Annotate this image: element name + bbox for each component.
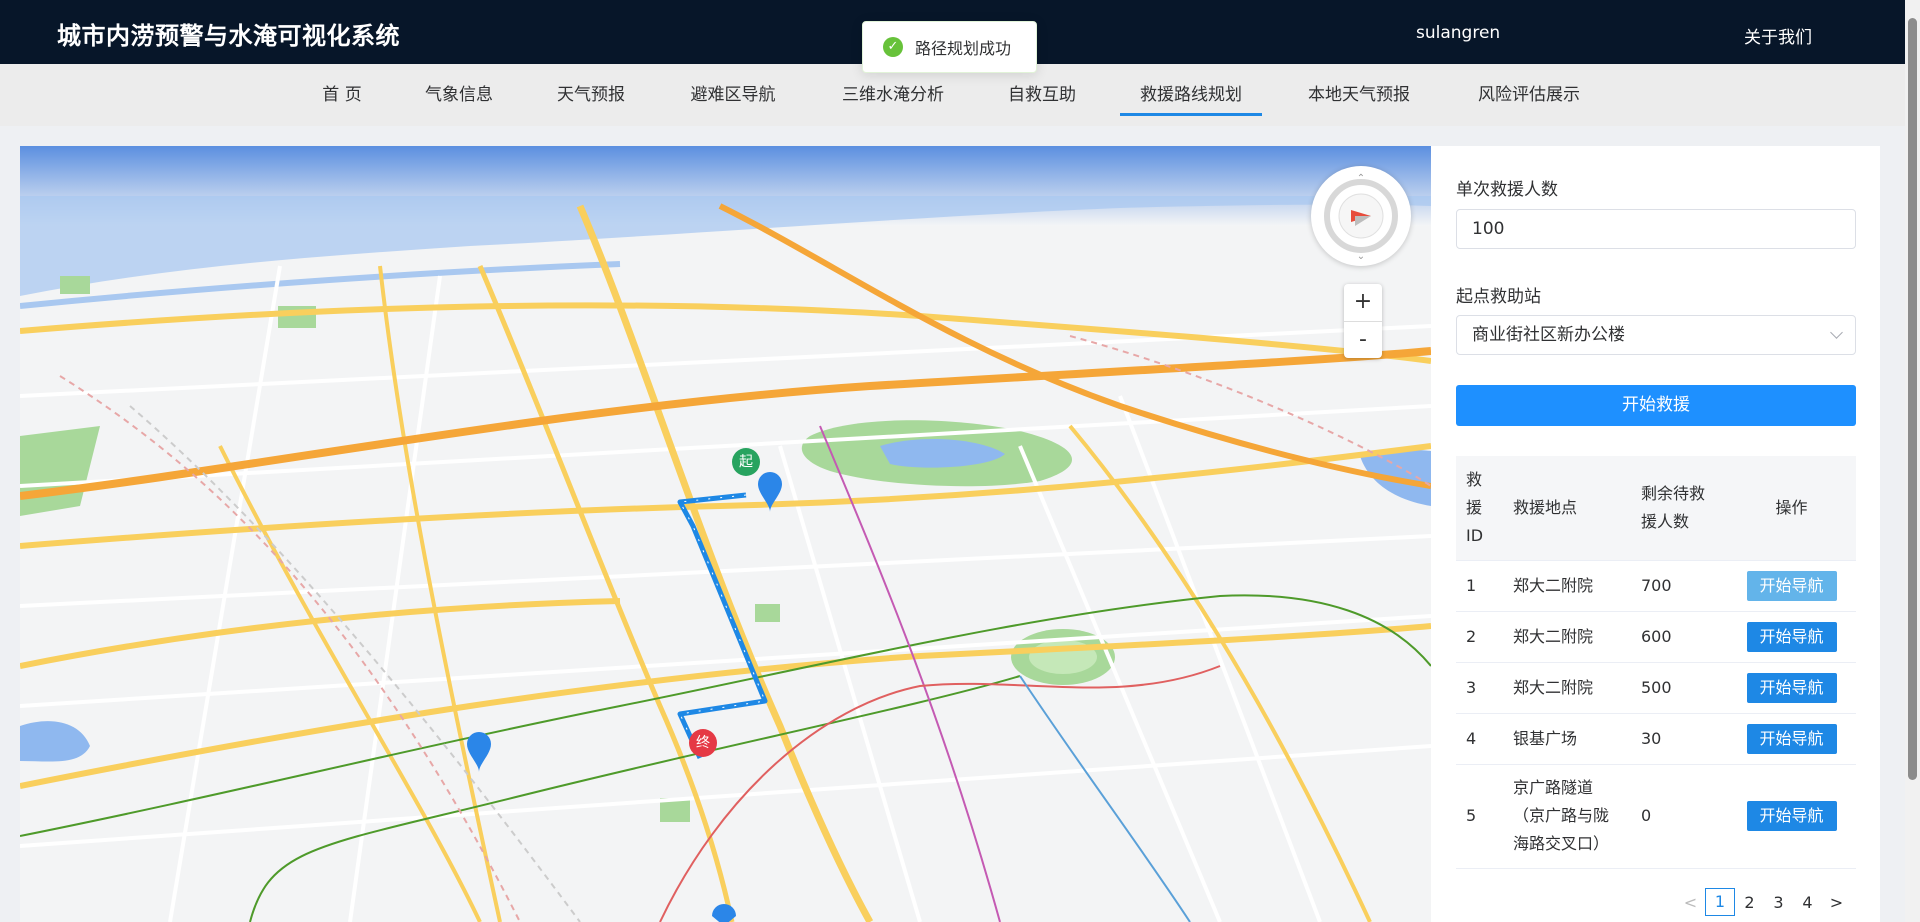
page-scrollbar[interactable] [1905, 0, 1920, 922]
cell-place: 郑大二附院 [1503, 662, 1631, 714]
user-name[interactable]: sulangren [1416, 23, 1500, 43]
table-row: 3 郑大二附院 500 开始导航 [1456, 662, 1856, 714]
nav-home[interactable]: 首 页 [318, 64, 366, 126]
page-1[interactable]: 1 [1705, 888, 1735, 916]
cell-remaining: 600 [1631, 611, 1727, 663]
svg-text:⌄: ⌄ [1357, 251, 1365, 262]
cell-place: 郑大二附院 [1503, 560, 1631, 612]
cell-place: 郑大二附院 [1503, 611, 1631, 663]
nav-shelter-navigation[interactable]: 避难区导航 [688, 64, 778, 126]
cell-id: 5 [1456, 764, 1503, 869]
cell-place: 银基广场 [1503, 713, 1631, 765]
table-row: 5 京广路隧道（京广路与陇海路交叉口） 0 开始导航 [1456, 764, 1856, 869]
col-header-action: 操作 [1727, 456, 1856, 561]
svg-text:⌃: ⌃ [1357, 173, 1365, 184]
start-rescue-button[interactable]: 开始救援 [1456, 385, 1856, 426]
page-2[interactable]: 2 [1735, 893, 1764, 912]
route-start-marker: 起 [732, 448, 760, 476]
station-select-value: 商业街社区新办公楼 [1472, 325, 1625, 345]
nav-risk-assessment[interactable]: 风险评估展示 [1474, 64, 1584, 126]
cell-id: 4 [1456, 713, 1503, 765]
page-3[interactable]: 3 [1764, 893, 1793, 912]
nav-rescue-route[interactable]: 救援路线规划 [1120, 64, 1262, 126]
about-us-link[interactable]: 关于我们 [1744, 23, 1812, 48]
pagination: < 1 2 3 4 > [1676, 888, 1851, 916]
chevron-down-icon [1830, 326, 1843, 339]
nav-self-rescue[interactable]: 自救互助 [1006, 64, 1078, 126]
next-page-button[interactable]: > [1822, 893, 1851, 912]
cell-remaining: 700 [1631, 560, 1727, 612]
rescue-table: 救援ID 救援地点 剩余待救援人数 操作 1 郑大二附院 700 开始导航 2 … [1456, 456, 1856, 869]
zoom-in-button[interactable]: + [1344, 284, 1382, 321]
main-nav: 首 页 气象信息 天气预报 避难区导航 三维水淹分析 自救互助 救援路线规划 本… [0, 64, 1905, 126]
toast-message: 路径规划成功 [915, 39, 1012, 58]
nav-3d-flood-analysis[interactable]: 三维水淹分析 [838, 64, 948, 126]
station-label: 起点救助站 [1456, 287, 1541, 307]
cell-id: 1 [1456, 560, 1503, 612]
col-header-place: 救援地点 [1503, 456, 1631, 561]
nav-weather-forecast[interactable]: 天气预报 [556, 64, 626, 126]
zoom-out-button[interactable]: - [1344, 321, 1382, 358]
map-view[interactable]: 起 终 ⌃ ⌄ + - [20, 146, 1431, 922]
nav-weather-info[interactable]: 气象信息 [424, 64, 494, 126]
start-navigation-button[interactable]: 开始导航 [1746, 672, 1837, 703]
compass-control[interactable]: ⌃ ⌄ [1311, 166, 1411, 266]
scrollbar-thumb[interactable] [1908, 18, 1917, 780]
success-check-icon: ✓ [883, 37, 903, 57]
success-toast: ✓ 路径规划成功 [862, 21, 1037, 73]
cell-id: 2 [1456, 611, 1503, 663]
cell-remaining: 500 [1631, 662, 1727, 714]
nav-local-forecast[interactable]: 本地天气预报 [1303, 64, 1415, 126]
cell-place: 京广路隧道（京广路与陇海路交叉口） [1503, 764, 1631, 869]
start-navigation-button[interactable]: 开始导航 [1746, 570, 1837, 601]
cell-remaining: 30 [1631, 713, 1727, 765]
table-row: 1 郑大二附院 700 开始导航 [1456, 560, 1856, 612]
rescue-panel: 单次救援人数 100 起点救助站 商业街社区新办公楼 开始救援 救援ID 救援地… [1431, 146, 1880, 922]
map-canvas[interactable] [20, 146, 1431, 922]
start-navigation-button[interactable]: 开始导航 [1746, 723, 1837, 754]
route-end-marker: 终 [689, 729, 717, 757]
zoom-control: + - [1344, 284, 1382, 358]
start-navigation-button[interactable]: 开始导航 [1746, 801, 1837, 831]
table-row: 4 银基广场 30 开始导航 [1456, 713, 1856, 765]
capacity-label: 单次救援人数 [1456, 180, 1558, 200]
col-header-remaining: 剩余待救援人数 [1631, 456, 1727, 561]
page-4[interactable]: 4 [1793, 893, 1822, 912]
capacity-input[interactable]: 100 [1456, 209, 1856, 249]
table-row: 2 郑大二附院 600 开始导航 [1456, 611, 1856, 663]
col-header-id: 救援ID [1456, 456, 1503, 561]
cell-remaining: 0 [1631, 764, 1727, 869]
station-select[interactable]: 商业街社区新办公楼 [1456, 315, 1856, 355]
compass-icon: ⌃ ⌄ [1324, 173, 1398, 262]
app-title: 城市内涝预警与水淹可视化系统 [57, 22, 400, 50]
prev-page-button[interactable]: < [1676, 893, 1705, 912]
start-navigation-button[interactable]: 开始导航 [1746, 621, 1837, 652]
cell-id: 3 [1456, 662, 1503, 714]
